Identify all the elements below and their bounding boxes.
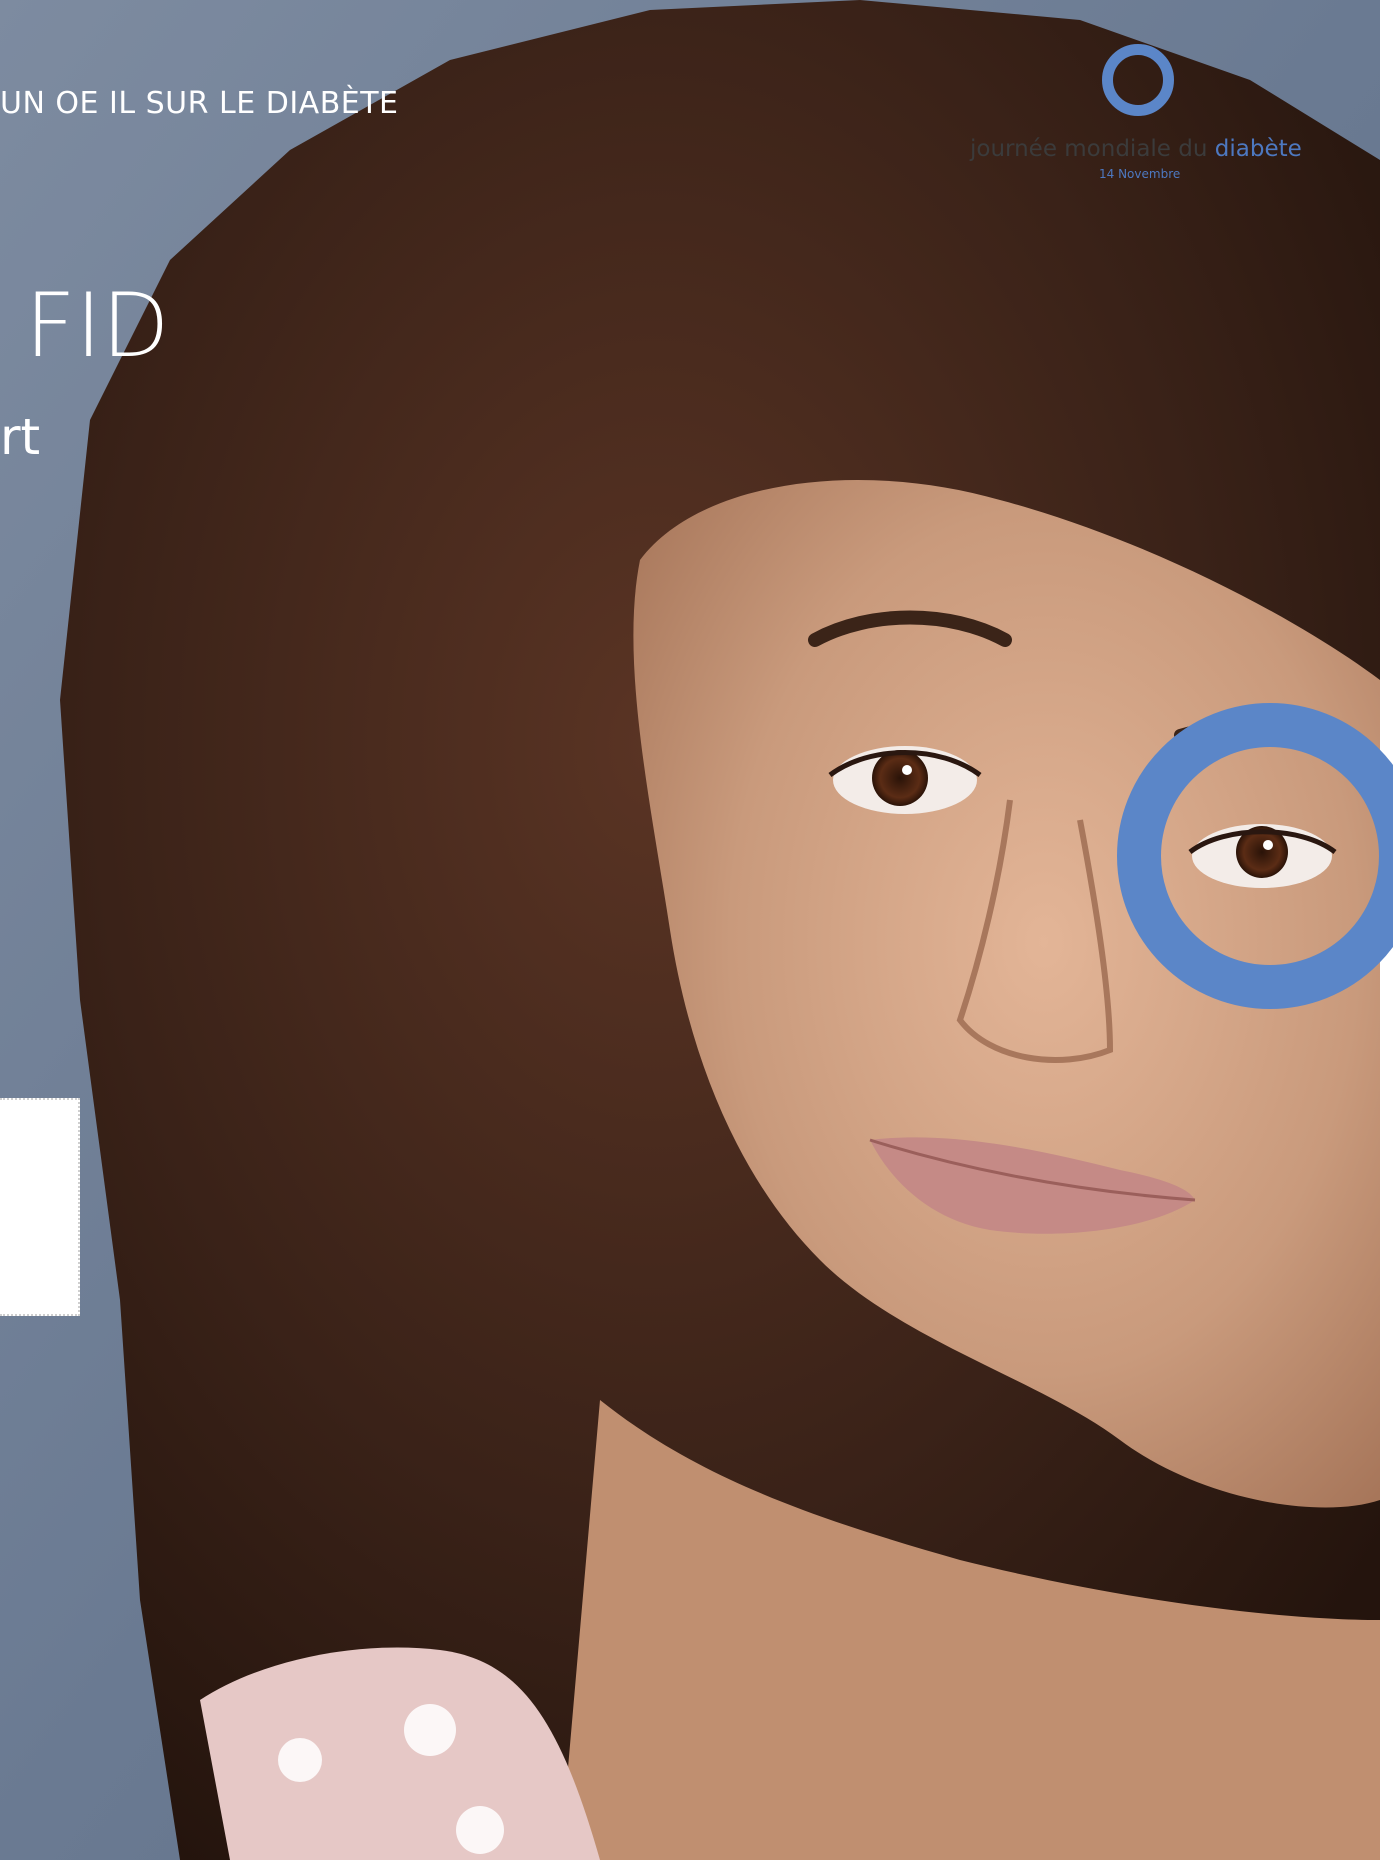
poster: UN OE IL SUR LE DIABÈTE FID rt journée m… [0, 0, 1393, 1865]
left-eye-highlight [902, 765, 912, 775]
blue-circle-icon [1102, 44, 1174, 116]
logo-wordmark: journée mondiale du diabète [970, 136, 1302, 162]
campaign-title: UN OE IL SUR LE DIABÈTE [0, 86, 399, 121]
logo-date: 14 Novembre [1099, 167, 1181, 181]
polka-dot [278, 1738, 322, 1782]
left-iris [872, 750, 928, 806]
white-text-card [0, 1098, 80, 1316]
polka-dot [404, 1704, 456, 1756]
logo-text-accent: diabète [1214, 136, 1302, 162]
subtitle-fragment: rt [0, 408, 41, 466]
world-diabetes-day-logo: journée mondiale du diabète 14 Novembre [960, 40, 1340, 190]
headline-fragment: FID [25, 274, 170, 377]
logo-text-main: journée mondiale du [970, 136, 1208, 162]
polka-dot [456, 1806, 504, 1854]
